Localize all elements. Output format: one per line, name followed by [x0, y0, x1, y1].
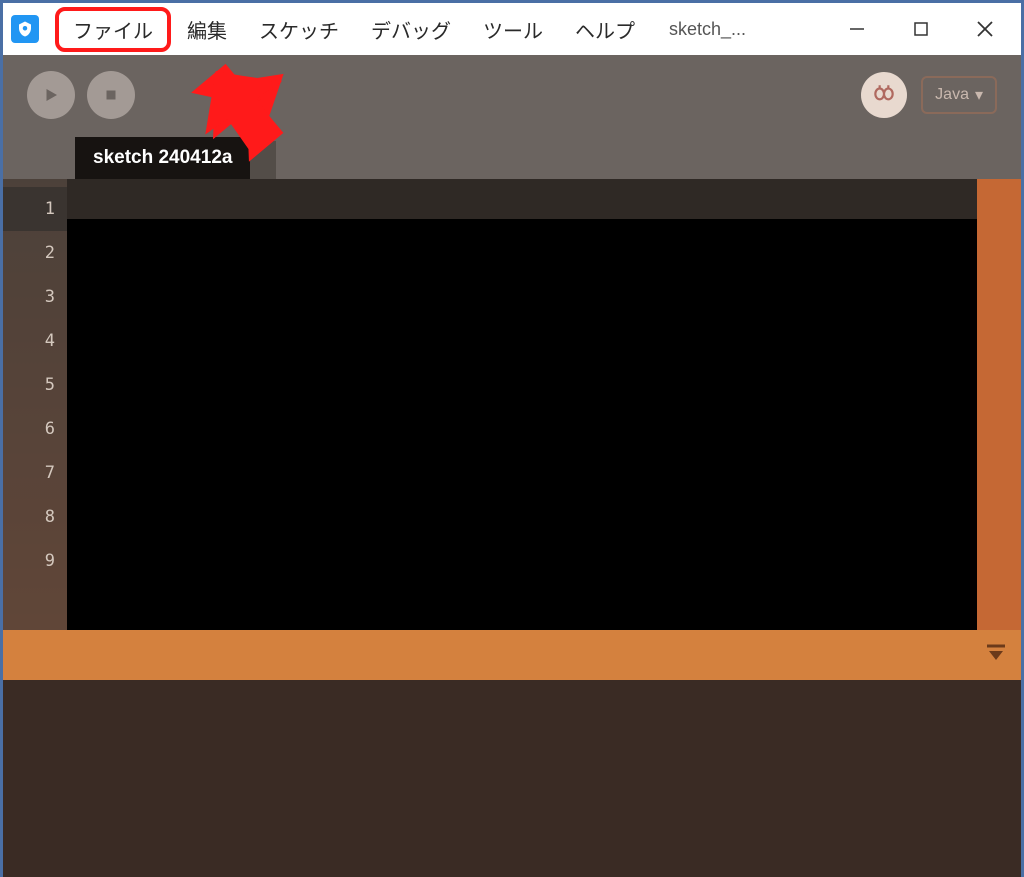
- line-gutter: 1 2 3 4 5 6 7 8 9: [3, 179, 67, 630]
- stop-button[interactable]: [87, 71, 135, 119]
- editor-margin: [977, 179, 1021, 630]
- run-button[interactable]: [27, 71, 75, 119]
- line-number: 1: [3, 187, 67, 231]
- app-icon: [11, 15, 39, 43]
- maximize-button[interactable]: [905, 13, 937, 45]
- mode-label: Java: [935, 86, 969, 104]
- line-number: 8: [3, 495, 67, 539]
- line-number: 7: [3, 451, 67, 495]
- chevron-down-icon: ▾: [975, 85, 983, 105]
- line-number: 2: [3, 231, 67, 275]
- menu-file[interactable]: ファイル: [55, 7, 171, 52]
- menu-sketch[interactable]: スケッチ: [243, 11, 355, 48]
- menu-help[interactable]: ヘルプ: [559, 11, 651, 48]
- menu-bar: ファイル 編集 スケッチ デバッグ ツール ヘルプ sketch_...: [3, 3, 1021, 55]
- code-textarea[interactable]: [67, 179, 977, 630]
- console-panel[interactable]: [3, 680, 1021, 877]
- toolbar: Java ▾: [3, 55, 1021, 135]
- menu-edit[interactable]: 編集: [171, 11, 243, 48]
- menu-debug[interactable]: デバッグ: [355, 11, 467, 48]
- console-toggle-icon[interactable]: [985, 642, 1007, 668]
- line-number: 3: [3, 275, 67, 319]
- line-number: 6: [3, 407, 67, 451]
- tab-dropdown[interactable]: [250, 141, 276, 179]
- minimize-button[interactable]: [841, 13, 873, 45]
- window-controls: [841, 13, 1001, 45]
- line-number: 9: [3, 539, 67, 583]
- current-line-highlight: [67, 179, 977, 219]
- message-bar: [3, 630, 1021, 680]
- tab-active[interactable]: sketch 240412a: [75, 137, 250, 179]
- editor: 1 2 3 4 5 6 7 8 9: [3, 179, 1021, 630]
- mode-selector[interactable]: Java ▾: [921, 76, 997, 114]
- close-button[interactable]: [969, 13, 1001, 45]
- line-number: 5: [3, 363, 67, 407]
- debug-button[interactable]: [861, 72, 907, 118]
- tab-bar: sketch 240412a: [3, 135, 1021, 179]
- menu-tools[interactable]: ツール: [467, 11, 559, 48]
- window-title: sketch_...: [669, 19, 841, 40]
- line-number: 4: [3, 319, 67, 363]
